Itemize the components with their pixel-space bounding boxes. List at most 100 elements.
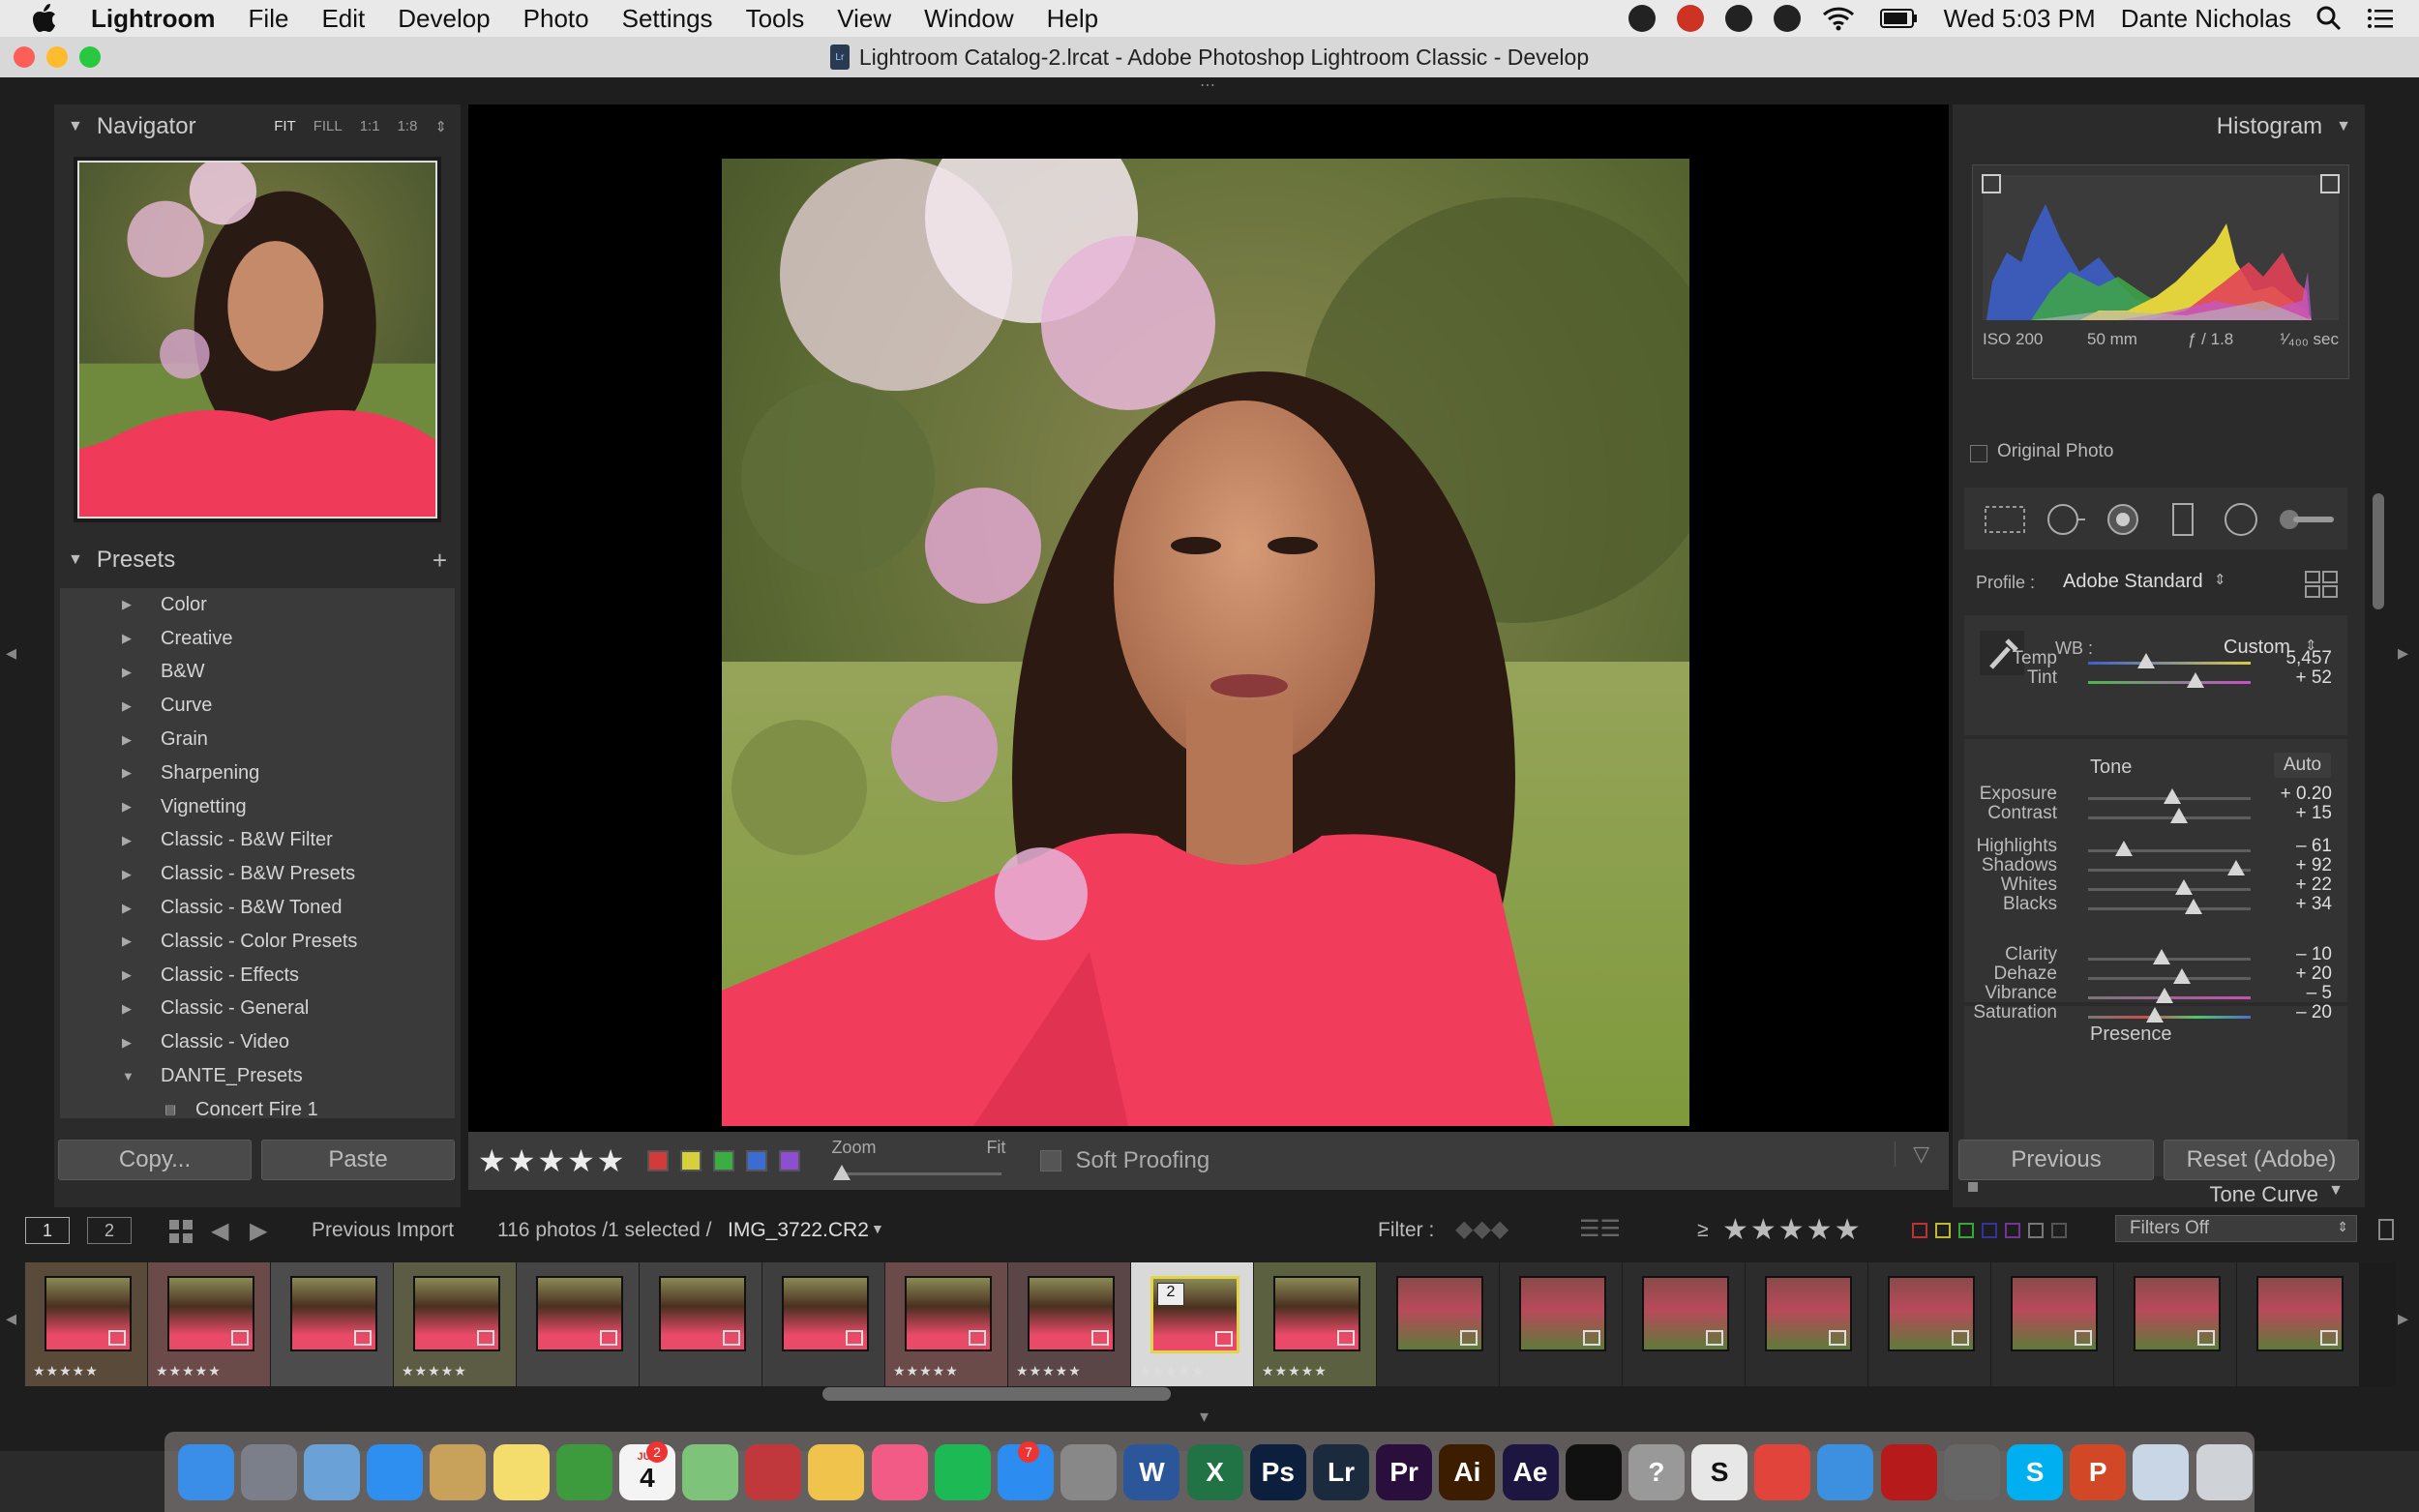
navigator-thumbnail[interactable]	[77, 161, 437, 519]
slider-value[interactable]: + 92	[2295, 855, 2332, 876]
slider-knob[interactable]	[2173, 968, 2192, 984]
sheets-icon[interactable]: S	[1691, 1443, 1748, 1500]
spot-removal-tool-icon[interactable]	[2047, 504, 2085, 535]
filmstrip-thumbnail[interactable]: ★★★★★	[1254, 1262, 1376, 1386]
reset-adobe-button[interactable]: Reset (Adobe)	[2164, 1140, 2359, 1180]
navigator-preview[interactable]	[74, 157, 441, 522]
slider-track[interactable]	[2088, 681, 2251, 684]
preset-folder[interactable]: ▶ Classic - B&W Presets	[60, 857, 455, 891]
preset-folder[interactable]: ▶ Classic - B&W Toned	[60, 891, 455, 925]
rating-stars[interactable]: ★ ★ ★ ★ ★	[478, 1142, 626, 1179]
filmstrip-thumbnail[interactable]: ★★★★★	[148, 1262, 270, 1386]
thumbnail-image[interactable]	[1396, 1276, 1483, 1351]
next-photo-arrow-icon[interactable]: ▶	[250, 1217, 267, 1245]
creative-cloud-status-icon[interactable]	[1676, 5, 1704, 32]
slider-track[interactable]	[2088, 907, 2251, 910]
slider-blacks[interactable]: Blacks + 34	[1953, 894, 2365, 923]
thumbnail-image[interactable]	[2256, 1276, 2344, 1351]
preset-folder[interactable]: ▶ B&W	[60, 656, 455, 690]
thumbnail-image[interactable]	[167, 1276, 254, 1351]
thumbnail-image[interactable]	[413, 1276, 500, 1351]
navigator-zoom-stepper-icon[interactable]: ⇕	[434, 118, 447, 135]
acrobat-icon[interactable]	[1880, 1443, 1937, 1500]
menubar-user[interactable]: Dante Nicholas	[2121, 4, 2291, 34]
star-icon[interactable]: ★	[508, 1142, 536, 1179]
backup-status-icon[interactable]	[1773, 5, 1801, 32]
tidal-icon[interactable]	[1565, 1443, 1622, 1500]
copy-button[interactable]: Copy...	[58, 1140, 252, 1180]
red-eye-tool-icon[interactable]	[2107, 504, 2138, 535]
menu-window[interactable]: Window	[924, 4, 1013, 34]
thumbnail-image[interactable]	[1765, 1276, 1852, 1351]
preset-folder[interactable]: ▶ Classic - Video	[60, 1025, 455, 1059]
thumbnail-image[interactable]	[1519, 1276, 1606, 1351]
star-icon[interactable]: ★	[597, 1142, 625, 1179]
profile-browser-grid-icon[interactable]	[2305, 571, 2338, 598]
filmstrip-left-arrow-icon[interactable]: ◂	[6, 1306, 16, 1331]
evernote-status-icon[interactable]	[1628, 5, 1656, 32]
auto-tone-button[interactable]: Auto	[2274, 753, 2332, 778]
thumbnail-image[interactable]	[1642, 1276, 1729, 1351]
preset-folder[interactable]: ▶ Sharpening	[60, 756, 455, 790]
preset-folder[interactable]: ▶ Classic - B&W Filter	[60, 824, 455, 858]
safari-icon[interactable]	[367, 1443, 424, 1500]
preset-folder[interactable]: ▶ Curve	[60, 689, 455, 723]
thumbnail-image[interactable]	[290, 1276, 377, 1351]
slider-track[interactable]	[2088, 888, 2251, 891]
color-filter-icons[interactable]	[1912, 1223, 2067, 1238]
slider-knob[interactable]	[2155, 988, 2173, 1003]
thumbnail-image[interactable]	[1028, 1276, 1115, 1351]
color-label-green[interactable]	[713, 1150, 735, 1171]
photoshop-icon[interactable]: Ps	[1249, 1443, 1306, 1500]
filmstrip-thumbnail[interactable]	[1746, 1262, 1867, 1386]
preset-folder[interactable]: ▶ Grain	[60, 723, 455, 756]
slider-knob[interactable]	[2226, 860, 2245, 875]
filmstrip-thumbnail[interactable]	[1377, 1262, 1499, 1386]
evernote-icon[interactable]	[555, 1443, 612, 1500]
battery-icon[interactable]	[1879, 8, 1919, 29]
paste-button[interactable]: Paste	[261, 1140, 455, 1180]
keynote-icon[interactable]	[1817, 1443, 1874, 1500]
filter-preset-dropdown[interactable]: Filters Off ⇕	[2115, 1215, 2357, 1242]
filmstrip-thumbnail[interactable]: ★★★★★	[25, 1262, 147, 1386]
filmstrip-thumbnail[interactable]	[640, 1262, 762, 1386]
premiere-icon[interactable]: Pr	[1376, 1443, 1433, 1500]
filmstrip-thumbnail[interactable]	[271, 1262, 393, 1386]
thumbnail-image[interactable]	[536, 1276, 623, 1351]
slider-track[interactable]	[2088, 816, 2251, 819]
edit-filter-icons[interactable]: ☰☰	[1579, 1215, 1621, 1243]
color-label-yellow[interactable]	[680, 1150, 702, 1171]
menu-tools[interactable]: Tools	[746, 4, 805, 34]
thumbnail-image[interactable]	[659, 1276, 746, 1351]
slider-knob[interactable]	[2145, 1007, 2164, 1023]
aftereffects-icon[interactable]: Ae	[1502, 1443, 1559, 1500]
itunes-icon[interactable]	[871, 1443, 928, 1500]
filmstrip-thumbnail[interactable]	[2114, 1262, 2236, 1386]
preset-folder[interactable]: ▶ Classic - General	[60, 993, 455, 1026]
spotlight-search-icon[interactable]	[2316, 6, 2342, 31]
thumbnail-image[interactable]	[1273, 1276, 1360, 1351]
finder-icon[interactable]	[177, 1443, 234, 1500]
slider-value[interactable]: + 52	[2295, 667, 2332, 689]
preset-folder[interactable]: ▶ Color	[60, 588, 455, 622]
slider-track[interactable]	[2088, 662, 2251, 665]
face-status-icon[interactable]	[1724, 5, 1752, 32]
rating-operator[interactable]: ≥	[1697, 1219, 1709, 1242]
thumbnail-image[interactable]	[1888, 1276, 1975, 1351]
menu-edit[interactable]: Edit	[321, 4, 365, 34]
crop-tool-icon[interactable]	[1985, 506, 2025, 533]
menubar-clock[interactable]: Wed 5:03 PM	[1944, 4, 2096, 34]
navigator-option-fit[interactable]: FIT	[274, 118, 296, 135]
preset-folder[interactable]: ▶ Classic - Effects	[60, 959, 455, 993]
menu-view[interactable]: View	[837, 4, 891, 34]
star-icon[interactable]: ★	[567, 1142, 595, 1179]
photobooth-icon[interactable]	[745, 1443, 802, 1500]
spotify-icon[interactable]	[934, 1443, 991, 1500]
top-panel-toggle-icon[interactable]: ⋯	[1200, 75, 1215, 95]
close-window-button[interactable]	[14, 46, 35, 68]
filmstrip-thumbnail[interactable]: 2 ★★★★★	[1131, 1262, 1253, 1386]
preset-folder[interactable]: ▶ Vignetting	[60, 790, 455, 824]
slider-knob[interactable]	[2185, 899, 2203, 914]
navigator-option-fill[interactable]: FILL	[314, 118, 343, 135]
excel-icon[interactable]: X	[1186, 1443, 1243, 1500]
